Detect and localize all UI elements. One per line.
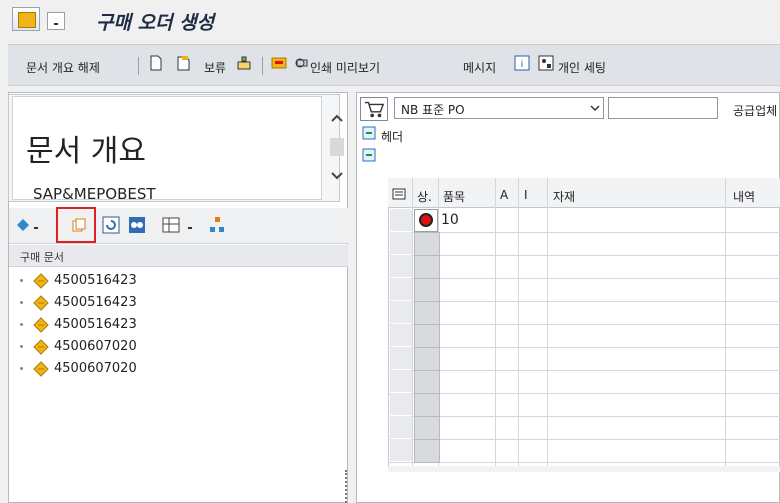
header-expand-icon[interactable] bbox=[362, 126, 376, 140]
status-cell[interactable] bbox=[414, 232, 440, 256]
highlight-box bbox=[56, 207, 96, 243]
expand-icon[interactable] bbox=[15, 217, 31, 233]
row-selector[interactable] bbox=[390, 393, 412, 415]
po-doc-icon bbox=[33, 317, 49, 333]
overview-subtitle: SAP&MEPOBEST bbox=[33, 185, 156, 203]
open-doc-icon[interactable] bbox=[176, 55, 192, 71]
document-overview-off-button[interactable]: 문서 개요 해제 bbox=[26, 59, 100, 76]
row-selector[interactable] bbox=[390, 209, 412, 231]
scrollbar-thumb[interactable] bbox=[330, 138, 344, 156]
dropdown-icon[interactable] bbox=[47, 12, 65, 30]
row-selector[interactable] bbox=[390, 324, 412, 346]
row-selector[interactable] bbox=[390, 278, 412, 300]
overview-title: 문서 개요 bbox=[26, 134, 146, 169]
col-a[interactable]: A bbox=[500, 188, 508, 202]
col-material[interactable]: 자재 bbox=[553, 188, 575, 205]
layout-icon[interactable] bbox=[162, 216, 180, 234]
print-preview-icon[interactable] bbox=[294, 55, 310, 71]
items-expand-icon[interactable] bbox=[362, 148, 376, 162]
status-cell[interactable] bbox=[414, 301, 440, 325]
po-doc-icon bbox=[33, 273, 49, 289]
po-number: 4500516423 bbox=[54, 295, 137, 310]
cart-icon[interactable] bbox=[360, 97, 388, 121]
col-description[interactable]: 내역 bbox=[733, 188, 755, 205]
info-icon[interactable]: i bbox=[514, 55, 530, 71]
row-selector[interactable] bbox=[390, 255, 412, 277]
other-doc-icon[interactable] bbox=[271, 55, 287, 71]
status-cell[interactable] bbox=[414, 278, 440, 302]
grid-footer bbox=[388, 466, 780, 472]
col-status[interactable]: 상. bbox=[417, 188, 432, 205]
refresh-icon[interactable] bbox=[102, 216, 120, 234]
row-selector[interactable] bbox=[390, 301, 412, 323]
col-item[interactable]: 품목 bbox=[443, 188, 465, 205]
dropdown-icon[interactable] bbox=[185, 217, 195, 233]
print-preview-button[interactable]: 인쇄 미리보기 bbox=[310, 59, 380, 76]
row-selector[interactable] bbox=[390, 370, 412, 392]
hierarchy-icon[interactable] bbox=[208, 216, 226, 234]
check-icon[interactable] bbox=[236, 55, 252, 71]
status-cell[interactable] bbox=[414, 439, 440, 463]
po-doc-icon bbox=[33, 295, 49, 311]
status-cell[interactable] bbox=[414, 370, 440, 394]
chevron-down-icon[interactable] bbox=[590, 103, 600, 113]
sap-menu-icon[interactable] bbox=[12, 7, 40, 31]
tree-header-label: 구매 문서 bbox=[20, 251, 64, 264]
item-number[interactable]: 10 bbox=[441, 212, 459, 228]
toolbar: 문서 개요 해제 보류 인쇄 미리보기 메시지 i 개인 세팅 bbox=[8, 44, 780, 86]
hold-button[interactable]: 보류 bbox=[204, 59, 226, 76]
status-cell[interactable] bbox=[414, 324, 440, 348]
row-selector[interactable] bbox=[390, 416, 412, 438]
col-i[interactable]: I bbox=[524, 188, 528, 202]
personal-settings-button[interactable]: 개인 세팅 bbox=[558, 59, 606, 76]
messages-button[interactable]: 메시지 bbox=[463, 59, 496, 76]
find-icon[interactable] bbox=[128, 216, 146, 234]
scroll-up-icon[interactable] bbox=[330, 112, 344, 126]
header-label[interactable]: 헤더 bbox=[381, 128, 403, 145]
status-cell[interactable] bbox=[414, 393, 440, 417]
status-cell[interactable] bbox=[414, 255, 440, 279]
row-selector[interactable] bbox=[390, 439, 412, 461]
page-title: 구매 오더 생성 bbox=[96, 12, 215, 34]
status-red-icon bbox=[419, 213, 433, 227]
personal-settings-icon[interactable] bbox=[538, 55, 554, 71]
doc-type-value: NB 표준 PO bbox=[401, 103, 465, 117]
po-number: 4500516423 bbox=[54, 317, 137, 332]
select-all-icon[interactable] bbox=[392, 188, 406, 200]
status-cell[interactable] bbox=[414, 416, 440, 440]
row-selector[interactable] bbox=[390, 232, 412, 254]
row-selector[interactable] bbox=[390, 347, 412, 369]
po-number: 4500607020 bbox=[54, 339, 137, 354]
doc-number-field[interactable] bbox=[608, 97, 718, 119]
po-number: 4500607020 bbox=[54, 361, 137, 376]
status-cell[interactable] bbox=[414, 347, 440, 371]
svg-text:i: i bbox=[521, 59, 523, 70]
po-doc-icon bbox=[33, 339, 49, 355]
po-number: 4500516423 bbox=[54, 273, 137, 288]
po-doc-icon bbox=[33, 361, 49, 377]
supplier-label: 공급업체 bbox=[733, 104, 778, 118]
scroll-down-icon[interactable] bbox=[330, 168, 344, 182]
new-doc-icon[interactable] bbox=[148, 55, 164, 71]
splitter-handle[interactable] bbox=[345, 470, 348, 503]
dropdown-icon[interactable] bbox=[31, 217, 41, 233]
